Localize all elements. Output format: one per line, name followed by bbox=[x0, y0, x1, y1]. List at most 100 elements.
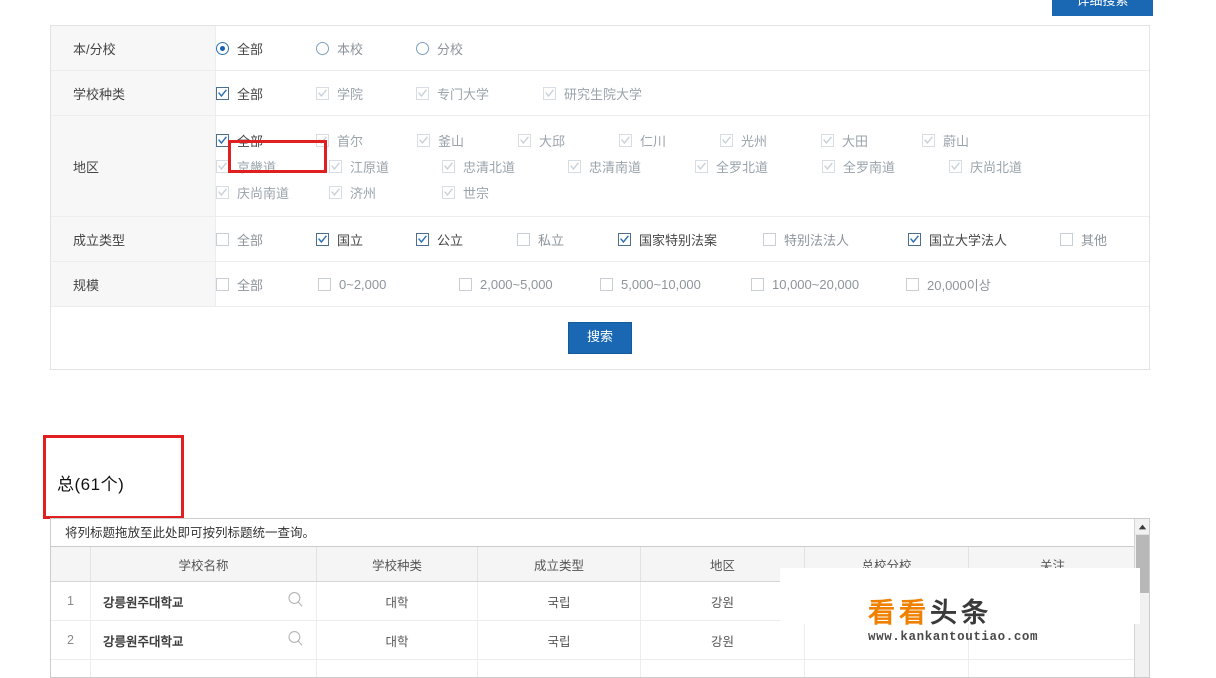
grid-header-establishment-type[interactable]: 成立类型 bbox=[478, 547, 641, 581]
checkbox-option-size-all[interactable]: 全部 bbox=[216, 275, 318, 294]
checkbox-icon-region-seoul[interactable] bbox=[316, 133, 329, 147]
checkbox-icon-est-other[interactable] bbox=[1060, 232, 1073, 246]
checkbox-option-region-all[interactable]: 全部 bbox=[216, 131, 316, 150]
checkbox-option-est-special-corp[interactable]: 特别法法人 bbox=[763, 230, 908, 249]
filter-options-establishment: 全部 国立 公立 私立 国家特别法案 特别法法人 国立大学法人 其他 bbox=[216, 217, 1149, 261]
checkbox-option-est-special-act[interactable]: 国家特别法案 bbox=[618, 230, 763, 249]
checkbox-option-region-busan[interactable]: 釜山 bbox=[417, 131, 518, 150]
checkbox-icon-region-busan[interactable] bbox=[417, 133, 430, 147]
checkbox-icon-est-special-corp[interactable] bbox=[763, 232, 776, 246]
checkbox-option-region-gyeonggi[interactable]: 京畿道 bbox=[216, 157, 329, 176]
checkbox-option-size-10000-20000[interactable]: 10,000~20,000 bbox=[751, 277, 906, 292]
checkbox-icon-region-chungbuk[interactable] bbox=[442, 159, 455, 173]
checkbox-icon-region-gangwon[interactable] bbox=[329, 159, 342, 173]
checkbox-icon-region-daegu[interactable] bbox=[518, 133, 531, 147]
magnifier-icon[interactable] bbox=[287, 591, 304, 611]
checkbox-option-kind-specialized[interactable]: 专门大学 bbox=[416, 84, 543, 103]
checkbox-icon-region-incheon[interactable] bbox=[619, 133, 632, 147]
radio-icon-branch[interactable] bbox=[416, 41, 429, 55]
checkbox-icon-region-sejong[interactable] bbox=[442, 185, 455, 199]
checkbox-icon-size-2000-5000[interactable] bbox=[459, 277, 472, 291]
checkbox-label-region-jeonbuk: 全罗北道 bbox=[716, 159, 769, 175]
radio-icon-main[interactable] bbox=[316, 41, 329, 55]
table-row[interactable]: 2 강릉원주대학교 대학 국립 강원 bbox=[51, 621, 1149, 660]
checkbox-icon-region-gyeongbuk[interactable] bbox=[949, 159, 962, 173]
checkbox-icon-kind-specialized[interactable] bbox=[416, 86, 429, 100]
checkbox-option-kind-college[interactable]: 学院 bbox=[316, 84, 416, 103]
row-follow[interactable] bbox=[969, 621, 1136, 659]
checkbox-option-region-gwangju[interactable]: 光州 bbox=[720, 131, 821, 150]
row-index: 1 bbox=[51, 582, 91, 620]
checkbox-option-region-chungbuk[interactable]: 忠清北道 bbox=[442, 157, 568, 176]
checkbox-option-size-2000-5000[interactable]: 2,000~5,000 bbox=[459, 277, 600, 292]
checkbox-icon-region-gyeongnam[interactable] bbox=[216, 185, 229, 199]
checkbox-option-region-gangwon[interactable]: 江原道 bbox=[329, 157, 442, 176]
checkbox-icon-est-private[interactable] bbox=[517, 232, 530, 246]
checkbox-option-region-gyeongnam[interactable]: 庆尚南道 bbox=[216, 183, 329, 202]
row-school-name-cell[interactable] bbox=[91, 660, 317, 677]
checkbox-icon-kind-college[interactable] bbox=[316, 86, 329, 100]
table-row-partial[interactable] bbox=[51, 660, 1149, 677]
checkbox-option-region-jeonbuk[interactable]: 全罗北道 bbox=[695, 157, 822, 176]
checkbox-option-region-incheon[interactable]: 仁川 bbox=[619, 131, 720, 150]
magnifier-icon[interactable] bbox=[287, 630, 304, 650]
scroll-up-icon[interactable] bbox=[1135, 519, 1149, 535]
row-follow[interactable] bbox=[969, 660, 1136, 677]
filter-label-region: 地区 bbox=[51, 116, 216, 216]
checkbox-option-est-other[interactable]: 其他 bbox=[1060, 230, 1107, 249]
checkbox-option-region-sejong[interactable]: 世宗 bbox=[442, 183, 489, 202]
checkbox-option-region-seoul[interactable]: 首尔 bbox=[316, 131, 417, 150]
checkbox-icon-region-daejeon[interactable] bbox=[821, 133, 834, 147]
row-region: 강원 bbox=[641, 621, 805, 659]
checkbox-option-kind-all[interactable]: 全部 bbox=[216, 84, 316, 103]
checkbox-option-region-jeju[interactable]: 济州 bbox=[329, 183, 442, 202]
checkbox-option-est-all[interactable]: 全部 bbox=[216, 230, 316, 249]
checkbox-option-region-chungnam[interactable]: 忠清南道 bbox=[568, 157, 695, 176]
checkbox-icon-region-jeju[interactable] bbox=[329, 185, 342, 199]
checkbox-icon-est-public[interactable] bbox=[416, 232, 429, 246]
checkbox-icon-size-0-2000[interactable] bbox=[318, 277, 331, 291]
radio-option-branch[interactable]: 分校 bbox=[416, 39, 516, 58]
checkbox-icon-kind-graduate[interactable] bbox=[543, 86, 556, 100]
checkbox-option-est-national-corp[interactable]: 国立大学法人 bbox=[908, 230, 1060, 249]
checkbox-option-kind-graduate[interactable]: 研究生院大学 bbox=[543, 84, 642, 103]
checkbox-option-region-jeonnam[interactable]: 全罗南道 bbox=[822, 157, 949, 176]
checkbox-option-size-5000-10000[interactable]: 5,000~10,000 bbox=[600, 277, 751, 292]
detailed-search-button[interactable]: 详细搜索 bbox=[1052, 0, 1153, 16]
checkbox-option-region-ulsan[interactable]: 蔚山 bbox=[922, 131, 969, 150]
radio-option-all[interactable]: 全部 bbox=[216, 39, 316, 58]
checkbox-icon-region-jeonbuk[interactable] bbox=[695, 159, 708, 173]
checkbox-icon-size-all[interactable] bbox=[216, 277, 229, 291]
checkbox-option-size-20000-plus[interactable]: 20,000이상 bbox=[906, 275, 991, 294]
checkbox-option-region-daegu[interactable]: 大邱 bbox=[518, 131, 619, 150]
checkbox-icon-region-gyeonggi[interactable] bbox=[216, 159, 229, 173]
checkbox-label-est-national-corp: 国立大学法人 bbox=[929, 232, 1008, 248]
checkbox-icon-region-jeonnam[interactable] bbox=[822, 159, 835, 173]
checkbox-icon-est-national-corp[interactable] bbox=[908, 232, 921, 246]
row-school-name-cell[interactable]: 강릉원주대학교 bbox=[91, 582, 317, 620]
grid-header-school-kind[interactable]: 学校种类 bbox=[317, 547, 478, 581]
checkbox-option-region-daejeon[interactable]: 大田 bbox=[821, 131, 922, 150]
checkbox-icon-est-all[interactable] bbox=[216, 232, 229, 246]
checkbox-option-size-0-2000[interactable]: 0~2,000 bbox=[318, 277, 459, 292]
checkbox-option-est-national[interactable]: 国立 bbox=[316, 230, 416, 249]
checkbox-icon-size-20000-plus[interactable] bbox=[906, 277, 919, 291]
checkbox-option-region-gyeongbuk[interactable]: 庆尚北道 bbox=[949, 157, 1022, 176]
checkbox-icon-region-all[interactable] bbox=[216, 133, 229, 147]
radio-icon-all[interactable] bbox=[216, 41, 229, 55]
group-drop-hint[interactable]: 将列标题拖放至此处即可按列标题统一查询。 bbox=[51, 519, 1149, 547]
checkbox-option-est-private[interactable]: 私立 bbox=[517, 230, 618, 249]
checkbox-icon-est-national[interactable] bbox=[316, 232, 329, 246]
checkbox-icon-size-10000-20000[interactable] bbox=[751, 277, 764, 291]
checkbox-icon-size-5000-10000[interactable] bbox=[600, 277, 613, 291]
checkbox-icon-region-gwangju[interactable] bbox=[720, 133, 733, 147]
row-school-name-cell[interactable]: 강릉원주대학교 bbox=[91, 621, 317, 659]
checkbox-icon-kind-all[interactable] bbox=[216, 86, 229, 100]
grid-header-school-name[interactable]: 学校名称 bbox=[91, 547, 317, 581]
checkbox-icon-est-special-act[interactable] bbox=[618, 232, 631, 246]
radio-option-main[interactable]: 本校 bbox=[316, 39, 416, 58]
search-button[interactable]: 搜索 bbox=[568, 322, 632, 354]
checkbox-option-est-public[interactable]: 公立 bbox=[416, 230, 517, 249]
checkbox-icon-region-chungnam[interactable] bbox=[568, 159, 581, 173]
checkbox-icon-region-ulsan[interactable] bbox=[922, 133, 935, 147]
